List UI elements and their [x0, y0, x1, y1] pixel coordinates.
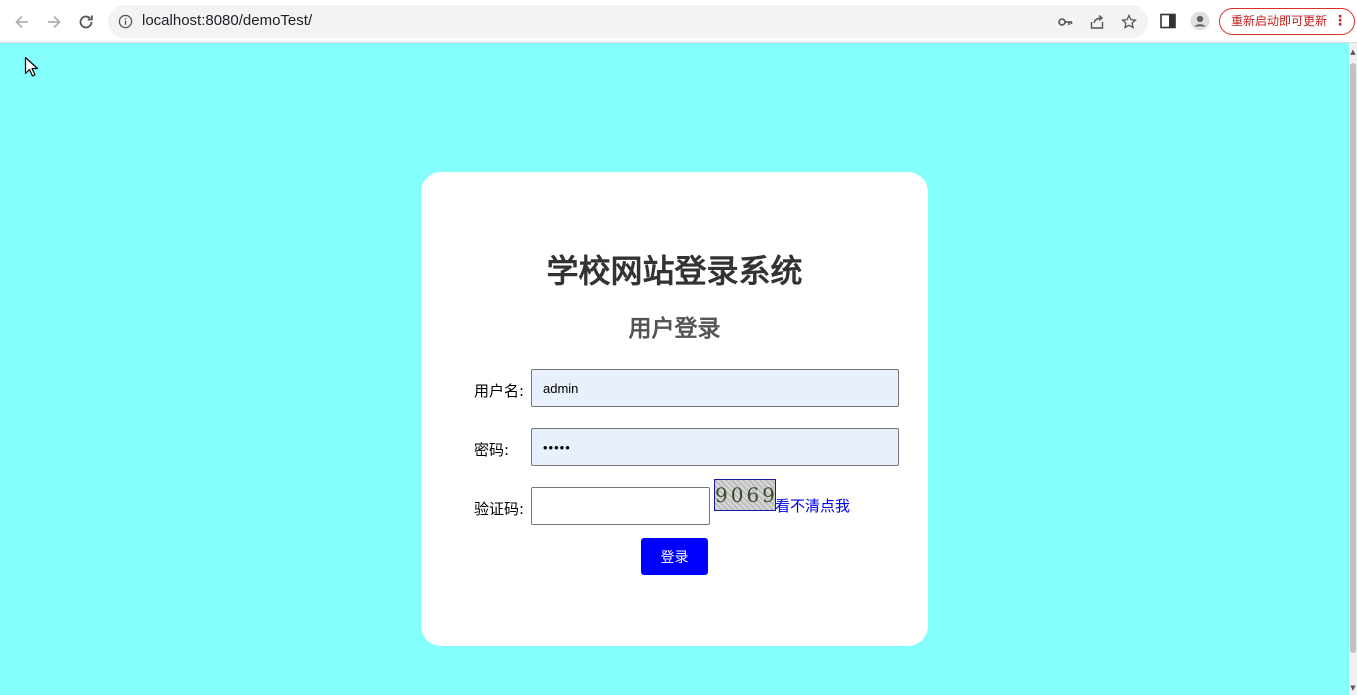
login-subtitle: 用户登录 [628, 316, 721, 342]
password-label: 密码: [474, 441, 510, 459]
captcha-label: 验证码: [474, 500, 525, 518]
profile-avatar-icon[interactable] [1190, 11, 1210, 31]
arrow-right-icon [48, 15, 61, 29]
username-label: 用户名: [474, 382, 525, 400]
side-panel-icon[interactable] [1158, 11, 1178, 31]
reload-icon [79, 15, 93, 29]
back-button[interactable] [11, 11, 33, 33]
menu-dots-icon: ⋮ [1333, 13, 1347, 29]
address-bar[interactable]: localhost:8080/demoTest/ [108, 5, 1148, 38]
forward-button[interactable] [43, 11, 65, 33]
captcha-image[interactable]: 9069 [714, 479, 776, 511]
captcha-input[interactable] [531, 487, 710, 525]
page-scrollbar[interactable]: ▲ ▼ [1349, 43, 1357, 695]
share-icon[interactable] [1089, 14, 1105, 30]
captcha-refresh-link[interactable]: 看不清点我 [775, 495, 850, 516]
page-title: 学校网站登录系统 [546, 252, 803, 290]
scroll-down-arrow-icon[interactable]: ▼ [1349, 683, 1357, 693]
reload-button[interactable] [75, 11, 97, 33]
info-icon[interactable] [118, 14, 133, 29]
mouse-cursor-icon [24, 56, 39, 77]
scroll-up-arrow-icon[interactable]: ▲ [1349, 47, 1357, 57]
password-input[interactable] [531, 428, 899, 466]
scroll-thumb[interactable] [1350, 63, 1356, 653]
login-card: 学校网站登录系统 用户登录 用户名: 密码: 验证码: 9069 看不清点我 登… [421, 172, 928, 646]
key-icon[interactable] [1057, 14, 1073, 30]
update-restart-button[interactable]: 重新启动即可更新 ⋮ [1219, 8, 1355, 35]
url-text[interactable]: localhost:8080/demoTest/ [142, 12, 312, 29]
update-label: 重新启动即可更新 [1231, 14, 1328, 28]
login-button[interactable]: 登录 [641, 538, 708, 575]
captcha-refresh-label: 看不清点我 [775, 497, 851, 515]
browser-toolbar: localhost:8080/demoTest/ 重新启动即可更新 ⋮ [0, 0, 1357, 43]
arrow-left-icon [15, 15, 28, 29]
username-input[interactable] [531, 369, 899, 407]
star-icon[interactable] [1121, 14, 1137, 30]
